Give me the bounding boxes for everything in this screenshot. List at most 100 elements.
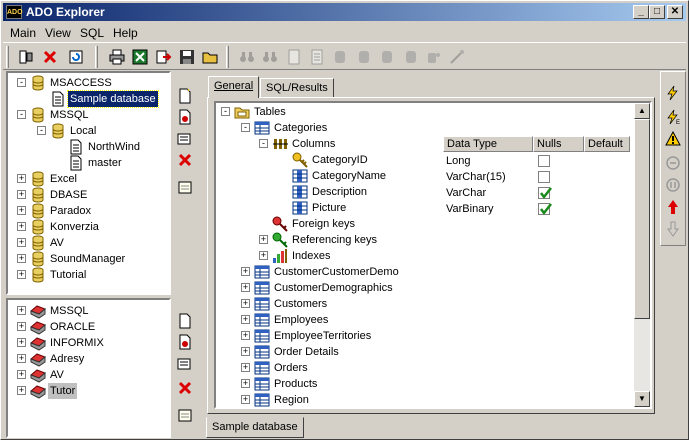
connection-item[interactable]: + Paradox (8, 203, 169, 219)
connection-item[interactable]: + AV (8, 235, 169, 251)
db3-icon[interactable] (376, 46, 398, 68)
connection-item[interactable]: + Tutorial (8, 267, 169, 283)
open-server-icon[interactable] (176, 406, 194, 424)
maximize-button[interactable]: □ (649, 5, 665, 19)
grid-header[interactable]: Nulls (533, 136, 584, 152)
table-node[interactable]: + CustomerCustomerDemo (216, 264, 650, 280)
connection-item[interactable]: + Excel (8, 171, 169, 187)
db-key-icon[interactable] (423, 46, 445, 68)
nulls-checkbox[interactable] (538, 187, 552, 200)
server-item[interactable]: + INFORMIX (8, 335, 169, 351)
table-node[interactable]: + CustomerDemographics (216, 280, 650, 296)
db4-icon[interactable] (400, 46, 422, 68)
db-icon[interactable] (329, 46, 351, 68)
expand-icon[interactable]: + (17, 370, 26, 379)
expand-icon[interactable]: + (17, 222, 26, 231)
save-icon[interactable] (176, 46, 198, 68)
open-icon[interactable] (199, 46, 221, 68)
document2-icon[interactable] (306, 46, 328, 68)
connection-item[interactable]: - MSSQL (8, 107, 169, 123)
connection-item[interactable]: - Local (8, 123, 169, 139)
expand-icon[interactable]: + (17, 322, 26, 331)
open-connection-icon[interactable] (176, 178, 194, 196)
grid-header[interactable]: Data Type (443, 136, 533, 152)
new-server-icon[interactable] (176, 312, 194, 330)
column-node[interactable]: Description (216, 184, 650, 200)
connection-item[interactable]: + SoundManager (8, 251, 169, 267)
arrow-up-icon[interactable] (664, 198, 682, 216)
expand-icon[interactable]: + (241, 347, 250, 356)
foreign-keys-node[interactable]: Foreign keys (216, 216, 650, 232)
nulls-checkbox[interactable] (538, 171, 550, 183)
document-icon[interactable] (283, 46, 305, 68)
connect-icon[interactable] (15, 46, 37, 68)
indexes-node[interactable]: + Indexes (216, 248, 650, 264)
expand-icon[interactable]: + (17, 254, 26, 263)
connection-item[interactable]: Sample database (8, 90, 169, 108)
expand-icon[interactable]: + (259, 251, 268, 260)
table-node[interactable]: + Customers (216, 296, 650, 312)
wand-icon[interactable] (446, 46, 468, 68)
collapse-icon[interactable]: - (37, 126, 46, 135)
column-node[interactable]: Picture (216, 200, 650, 216)
expand-icon[interactable]: + (241, 299, 250, 308)
delete-connection-icon[interactable] (176, 151, 194, 169)
table-node[interactable]: - Categories (216, 120, 650, 136)
referencing-keys-node[interactable]: + Referencing keys (216, 232, 650, 248)
print-icon[interactable] (106, 46, 128, 68)
expand-icon[interactable]: + (241, 331, 250, 340)
expand-icon[interactable]: + (17, 270, 26, 279)
expand-icon[interactable]: + (17, 238, 26, 247)
db2-icon[interactable] (353, 46, 375, 68)
expand-icon[interactable]: + (17, 354, 26, 363)
table-node[interactable]: + Region (216, 392, 650, 407)
expand-icon[interactable]: + (241, 395, 250, 404)
menu-main[interactable]: Main (10, 26, 36, 40)
server-properties-icon[interactable] (176, 354, 194, 372)
close-window-button[interactable]: ✕ (667, 5, 683, 19)
collapse-icon[interactable]: - (17, 110, 26, 119)
server-item[interactable]: + Adresy (8, 351, 169, 367)
connection-item[interactable]: - MSACCESS (8, 75, 169, 91)
find-next-icon[interactable] (259, 46, 281, 68)
connection-item[interactable]: master (8, 155, 169, 171)
edit-server-icon[interactable] (176, 333, 194, 351)
tab-sql-results[interactable]: SQL/Results (260, 78, 334, 98)
expand-icon[interactable]: + (17, 306, 26, 315)
binoculars-icon[interactable] (236, 46, 258, 68)
server-item[interactable]: + Tutor (8, 383, 169, 399)
pause-icon[interactable] (664, 176, 682, 194)
expand-icon[interactable]: + (241, 283, 250, 292)
stop-icon[interactable] (664, 154, 682, 172)
collapse-icon[interactable]: - (17, 78, 26, 87)
table-node[interactable]: + Products (216, 376, 650, 392)
new-connection-icon[interactable] (176, 87, 194, 105)
column-node[interactable]: CategoryName (216, 168, 650, 184)
expand-icon[interactable]: + (17, 386, 26, 395)
properties-icon[interactable] (176, 129, 194, 147)
arrow-down-icon[interactable] (664, 220, 682, 238)
server-item[interactable]: + ORACLE (8, 319, 169, 335)
table-node[interactable]: + Employees (216, 312, 650, 328)
connection-item[interactable]: + DBASE (8, 187, 169, 203)
export-icon[interactable] (153, 46, 175, 68)
grid-header[interactable]: Default (584, 136, 630, 152)
minimize-button[interactable]: _ (633, 5, 649, 19)
table-node[interactable]: + Order Details (216, 344, 650, 360)
expand-icon[interactable]: + (241, 379, 250, 388)
refresh-icon[interactable] (65, 46, 87, 68)
nulls-checkbox[interactable] (538, 155, 550, 167)
expand-icon[interactable]: + (17, 206, 26, 215)
server-item[interactable]: + MSSQL (8, 303, 169, 319)
server-item[interactable]: + AV (8, 367, 169, 383)
connection-item[interactable]: NorthWind (8, 139, 169, 155)
expand-icon[interactable]: + (241, 267, 250, 276)
expand-icon[interactable]: + (17, 190, 26, 199)
table-node[interactable]: + EmployeeTerritories (216, 328, 650, 344)
execute-step-icon[interactable]: E (664, 108, 682, 126)
expand-icon[interactable]: + (241, 315, 250, 324)
tab-general[interactable]: General (208, 76, 260, 98)
menu-help[interactable]: Help (113, 26, 138, 40)
menu-sql[interactable]: SQL (80, 26, 104, 40)
expand-icon[interactable]: + (259, 235, 268, 244)
